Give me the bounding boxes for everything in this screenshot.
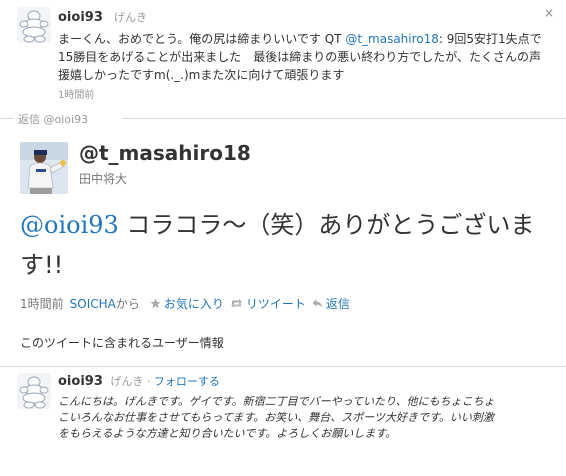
michelin-mascot-icon (19, 10, 49, 43)
user-fullname: げんき (110, 375, 144, 388)
favorite-button[interactable]: お気に入り (150, 295, 224, 312)
tweet-actions: 1時間前 SOICHA から お気に入り リツイート 返信 (20, 295, 356, 312)
tweet-text-before: まーくん、おめでとう。俺の尻は締まりいいです QT (58, 32, 346, 46)
reply-button[interactable]: 返信 (312, 295, 350, 312)
separator-dot: · (146, 375, 154, 388)
user-avatar[interactable] (17, 373, 51, 409)
close-icon[interactable]: × (542, 6, 556, 20)
user-info-heading: このツイートに含まれるユーザー情報 (20, 336, 224, 350)
tweet-username[interactable]: oioi93 (58, 10, 103, 25)
michelin-mascot-icon (19, 376, 49, 409)
reply-arrow-icon (312, 299, 323, 308)
author-display-name: 田中将大 (79, 172, 128, 186)
divider (122, 118, 566, 119)
user-bio: こんにちは。げんきです。ゲイです。新宿二丁目でバーやっていたり、他にもちょこちょ… (58, 395, 495, 440)
user-username[interactable]: oioi93 (58, 374, 103, 389)
user-info-card: oioi93 げんき · フォローする こんにちは。げんきです。ゲイです。新宿二… (58, 373, 548, 442)
tweet-timestamp[interactable]: 1時間前 (58, 86, 548, 101)
baseball-player-photo (20, 142, 68, 194)
tweet-source-link[interactable]: SOICHA (70, 297, 116, 311)
divider (0, 118, 14, 119)
tweet-text: まーくん、おめでとう。俺の尻は締まりいいです QT @t_masahiro18:… (58, 30, 548, 84)
retweet-label: リツイート (245, 297, 306, 311)
star-icon (150, 298, 161, 309)
tweet-mention-link[interactable]: @t_masahiro18 (345, 32, 439, 46)
main-tweet-text: @oioi93 コラコラ～（笑）ありがとうございます!! (20, 205, 545, 285)
author-handle[interactable]: @t_masahiro18 (79, 141, 251, 165)
tweet-fullname: げんき (113, 11, 147, 24)
tweet-source-suffix: から (115, 297, 140, 311)
reply-to-label[interactable]: 返信 @oioi93 (18, 111, 88, 127)
main-tweet-mention-link[interactable]: @oioi93 (20, 211, 119, 239)
tweet-timestamp[interactable]: 1時間前 (20, 295, 64, 312)
divider (0, 366, 566, 367)
follow-link[interactable]: フォローする (154, 375, 220, 388)
favorite-label: お気に入り (163, 297, 224, 311)
retweet-icon (230, 299, 242, 308)
reply-label: 返信 (325, 297, 350, 311)
reply-separator: 返信 @oioi93 (0, 111, 566, 127)
author-avatar[interactable] (20, 142, 68, 194)
retweet-button[interactable]: リツイート (230, 295, 306, 312)
user-avatar[interactable] (17, 7, 51, 43)
conversation-tweet: oioi93 げんき まーくん、おめでとう。俺の尻は締まりいいです QT @t_… (0, 0, 566, 104)
